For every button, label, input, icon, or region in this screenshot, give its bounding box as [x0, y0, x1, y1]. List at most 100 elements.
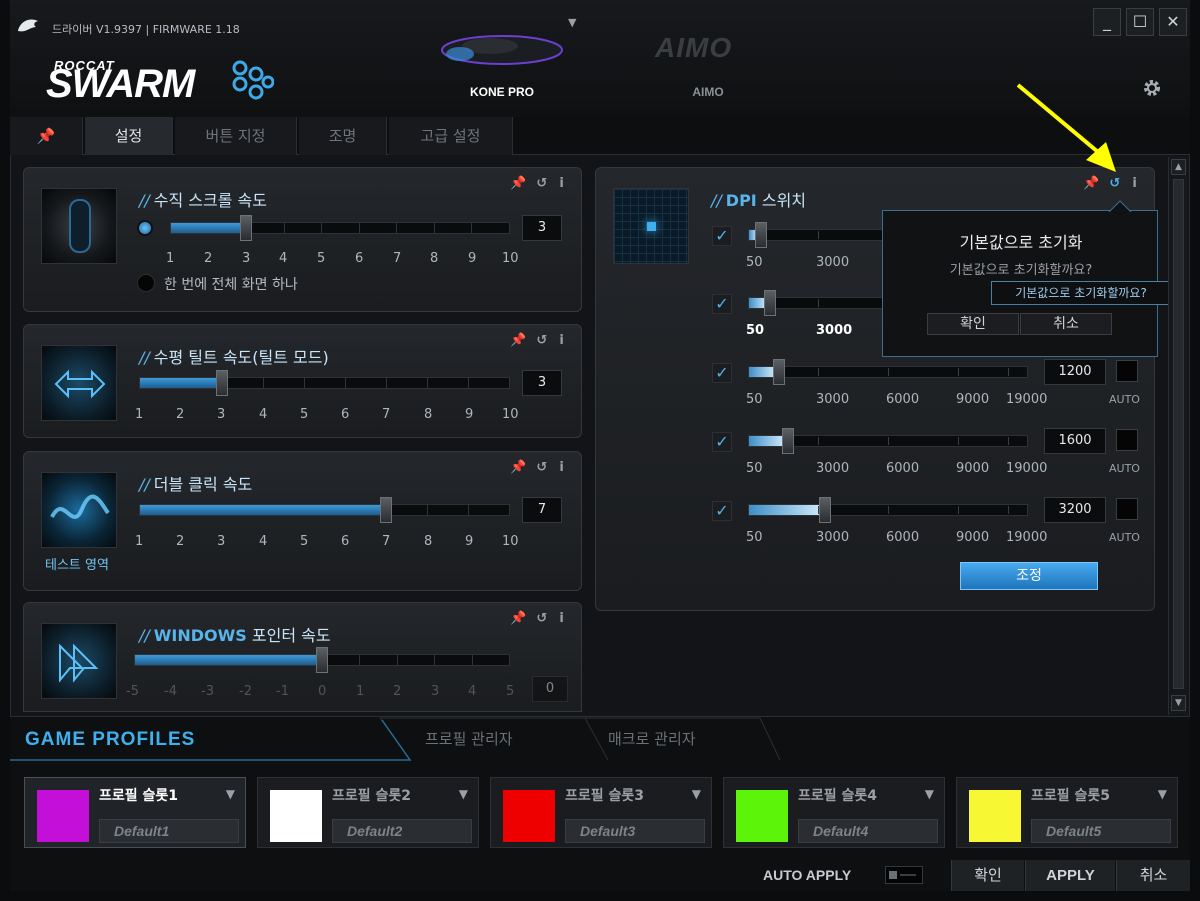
profile-color-swatch[interactable]: [736, 790, 788, 842]
reset-icon[interactable]: ↺: [536, 611, 547, 626]
profile-color-swatch[interactable]: [969, 790, 1021, 842]
dialog-confirm-button[interactable]: 확인: [927, 313, 1019, 335]
chevron-down-icon[interactable]: ▼: [692, 787, 701, 801]
profile-slot-name: 프로필 슬롯3: [565, 788, 645, 804]
apply-button[interactable]: APPLY: [1025, 860, 1115, 891]
chevron-down-icon[interactable]: ▼: [226, 787, 235, 801]
chevron-down-icon[interactable]: ▼: [925, 787, 934, 801]
info-icon[interactable]: i: [559, 333, 563, 348]
slider-handle[interactable]: [773, 359, 785, 385]
dialog-cancel-button[interactable]: 취소: [1020, 313, 1112, 335]
profile-color-swatch[interactable]: [270, 790, 322, 842]
ok-button[interactable]: 확인: [951, 860, 1024, 891]
full-screen-radio[interactable]: [137, 274, 155, 292]
scroll-thumb[interactable]: [1173, 179, 1184, 689]
slider-handle[interactable]: [240, 215, 252, 241]
profile-slot-3[interactable]: 프로필 슬롯3 ▼ Default3: [490, 777, 712, 848]
pin-icon[interactable]: 📌: [510, 460, 526, 475]
pin-icon[interactable]: 📌: [510, 611, 526, 626]
kone-pro-mouse-image[interactable]: [430, 22, 570, 72]
horizontal-tilt-slider[interactable]: [139, 370, 510, 396]
scroll-up-icon[interactable]: ▲: [1171, 159, 1186, 175]
adjust-button[interactable]: 조정: [960, 562, 1098, 590]
vertical-scroll-value[interactable]: 3: [522, 215, 562, 241]
tick-label: 6: [341, 534, 350, 549]
dpi-enable-checkbox[interactable]: ✓: [712, 432, 732, 452]
tick-label: 4: [259, 534, 268, 549]
slider-handle[interactable]: [216, 370, 228, 396]
scroll-lines-radio[interactable]: [137, 220, 153, 236]
test-area[interactable]: [41, 472, 117, 548]
tab-settings[interactable]: 설정: [85, 117, 173, 155]
profile-slot-4[interactable]: 프로필 슬롯4 ▼ Default4: [723, 777, 945, 848]
dpi-auto-checkbox[interactable]: [1116, 429, 1138, 451]
slider-handle[interactable]: [755, 222, 767, 248]
device-tab-aimo[interactable]: AIMO: [658, 85, 758, 99]
info-icon[interactable]: i: [559, 460, 563, 475]
main-scrollbar[interactable]: ▲ ▼: [1168, 157, 1188, 715]
minimize-button[interactable]: _: [1093, 8, 1121, 36]
gear-icon[interactable]: [1141, 77, 1163, 99]
info-icon[interactable]: i: [1132, 176, 1136, 191]
profile-name-input[interactable]: Default1: [99, 819, 239, 843]
tab-pin[interactable]: 📌: [10, 117, 83, 155]
dpi-auto-checkbox[interactable]: [1116, 360, 1138, 382]
vertical-scroll-slider[interactable]: [170, 215, 510, 241]
slider-handle[interactable]: [316, 647, 328, 673]
profile-name-input[interactable]: Default2: [332, 819, 472, 843]
profile-name-input[interactable]: Default3: [565, 819, 705, 843]
horizontal-tilt-value[interactable]: 3: [522, 370, 562, 396]
dpi-enable-checkbox[interactable]: ✓: [712, 294, 732, 314]
scroll-down-icon[interactable]: ▼: [1171, 695, 1186, 711]
pin-icon[interactable]: 📌: [510, 176, 526, 191]
cancel-button[interactable]: 취소: [1116, 860, 1190, 891]
chevron-down-icon[interactable]: ▼: [459, 787, 468, 801]
windows-pointer-value[interactable]: 0: [532, 676, 568, 702]
tick-label: 3000: [816, 530, 850, 545]
slider-handle[interactable]: [782, 428, 794, 454]
profile-name-input[interactable]: Default5: [1031, 819, 1171, 843]
profile-name-input[interactable]: Default4: [798, 819, 938, 843]
tab-profile-manager[interactable]: 프로필 관리자: [425, 728, 513, 749]
device-dropdown-icon[interactable]: ▼: [568, 16, 576, 29]
dpi-enable-checkbox[interactable]: ✓: [712, 226, 732, 246]
tab-advanced-settings[interactable]: 고급 설정: [389, 117, 513, 155]
slider-handle[interactable]: [764, 290, 776, 316]
slider-handle[interactable]: [819, 497, 831, 523]
dpi-enable-checkbox[interactable]: ✓: [712, 501, 732, 521]
windows-pointer-slider[interactable]: [134, 647, 510, 673]
slider-tick: [1008, 437, 1009, 445]
double-click-slider[interactable]: [139, 497, 510, 523]
pin-icon[interactable]: 📌: [510, 333, 526, 348]
chevron-down-icon[interactable]: ▼: [1158, 787, 1167, 801]
pointer-arrows-icon: [59, 643, 99, 683]
slider-tick: [427, 378, 428, 388]
dpi-auto-checkbox[interactable]: [1116, 498, 1138, 520]
reset-icon[interactable]: ↺: [536, 176, 547, 191]
device-tab-kone-pro[interactable]: KONE PRO: [452, 85, 552, 99]
dpi-value-input[interactable]: 3200: [1044, 497, 1106, 523]
profile-slot-1[interactable]: 프로필 슬롯1 ▼ Default1: [24, 777, 246, 848]
profile-slot-2[interactable]: 프로필 슬롯2 ▼ Default2: [257, 777, 479, 848]
reset-icon[interactable]: ↺: [536, 460, 547, 475]
auto-apply-toggle[interactable]: [885, 866, 923, 884]
reset-icon[interactable]: ↺: [536, 333, 547, 348]
dpi-value-input[interactable]: 1200: [1044, 359, 1106, 385]
profile-color-swatch[interactable]: [503, 790, 555, 842]
reset-icon[interactable]: ↺: [1109, 176, 1120, 191]
tab-lighting[interactable]: 조명: [299, 117, 387, 155]
profile-color-swatch[interactable]: [37, 790, 89, 842]
dpi-value-input[interactable]: 1600: [1044, 428, 1106, 454]
dpi-enable-checkbox[interactable]: ✓: [712, 363, 732, 383]
pointer-image: [41, 623, 117, 699]
profile-slot-5[interactable]: 프로필 슬롯5 ▼ Default5: [956, 777, 1178, 848]
pin-icon[interactable]: 📌: [1083, 176, 1099, 191]
slider-handle[interactable]: [380, 497, 392, 523]
tab-button-assignment[interactable]: 버튼 지정: [175, 117, 297, 155]
info-icon[interactable]: i: [559, 176, 563, 191]
info-icon[interactable]: i: [559, 611, 563, 626]
double-click-value[interactable]: 7: [522, 497, 562, 523]
maximize-button[interactable]: ☐: [1126, 8, 1154, 36]
close-button[interactable]: ✕: [1159, 8, 1187, 36]
tab-macro-manager[interactable]: 매크로 관리자: [608, 728, 696, 749]
